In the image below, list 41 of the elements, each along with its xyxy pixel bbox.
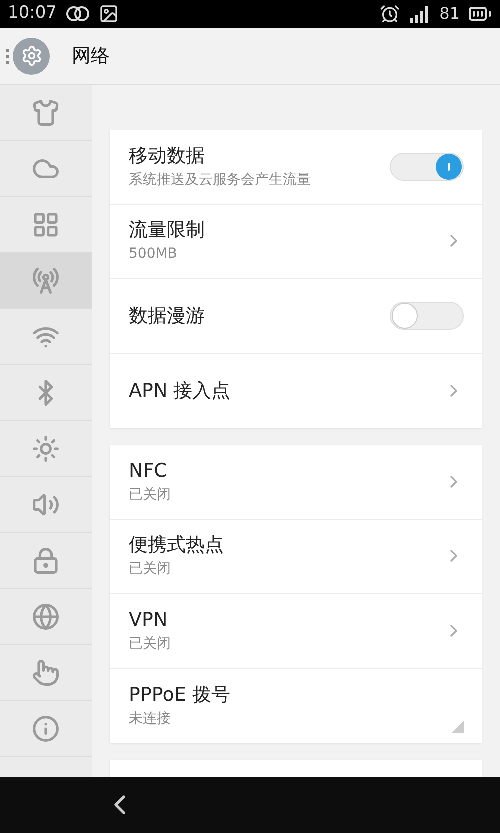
settings-row[interactable]: 移动数据 系统推送及云服务会产生流量	[110, 130, 482, 204]
globe-icon	[32, 602, 60, 630]
shirt-icon	[32, 98, 60, 126]
row-title: PPPoE 拨号	[129, 682, 230, 708]
info-icon	[32, 714, 60, 742]
settings-row[interactable]: VPN 已关闭	[110, 594, 482, 668]
row-title: 移动数据	[129, 144, 206, 169]
settings-row[interactable]: PPPoE 拨号 未连接	[110, 668, 482, 743]
alarm-icon	[380, 4, 400, 24]
row-subtitle: 已关闭	[129, 486, 171, 505]
corner-triangle-icon	[452, 721, 464, 733]
antenna-icon	[32, 266, 60, 294]
settings-row[interactable]: 便携式热点 已关闭	[110, 520, 482, 594]
row-title: VPN	[129, 608, 169, 633]
settings-row[interactable]: 流量限制 500MB	[110, 204, 482, 279]
image-icon	[99, 4, 119, 24]
sidebar-item[interactable]	[0, 253, 92, 309]
row-subtitle: 已关闭	[129, 560, 172, 580]
row-subtitle: 系统推送及云服务会产生流量	[129, 170, 311, 190]
row-title: 数据漫游	[129, 304, 205, 329]
settings-row[interactable]: NFC 已关闭	[110, 445, 482, 520]
row-subtitle: 500MB	[129, 245, 178, 264]
clock-time: 10:07	[8, 2, 57, 26]
battery-level: 81	[440, 3, 460, 25]
row-subtitle: 未连接	[129, 710, 172, 729]
row-title: APN 接入点	[129, 378, 231, 404]
row-title: 流量限制	[129, 218, 205, 244]
row-title: 便携式热点	[129, 533, 224, 558]
settings-row[interactable]: APN 接入点	[110, 354, 482, 428]
hand-icon	[32, 658, 60, 686]
settings-row[interactable]: 数据漫游	[110, 279, 482, 354]
sun-icon	[32, 434, 60, 462]
rings-icon	[65, 6, 91, 22]
toggle-switch[interactable]	[390, 152, 464, 181]
settings-icon[interactable]	[13, 38, 50, 74]
grid-icon	[32, 210, 60, 238]
lock-icon	[32, 546, 60, 574]
row-subtitle: 已关闭	[129, 634, 171, 654]
toggle-switch[interactable]	[390, 302, 464, 330]
header-title: 网络	[72, 44, 110, 69]
row-title: NFC	[129, 458, 168, 484]
